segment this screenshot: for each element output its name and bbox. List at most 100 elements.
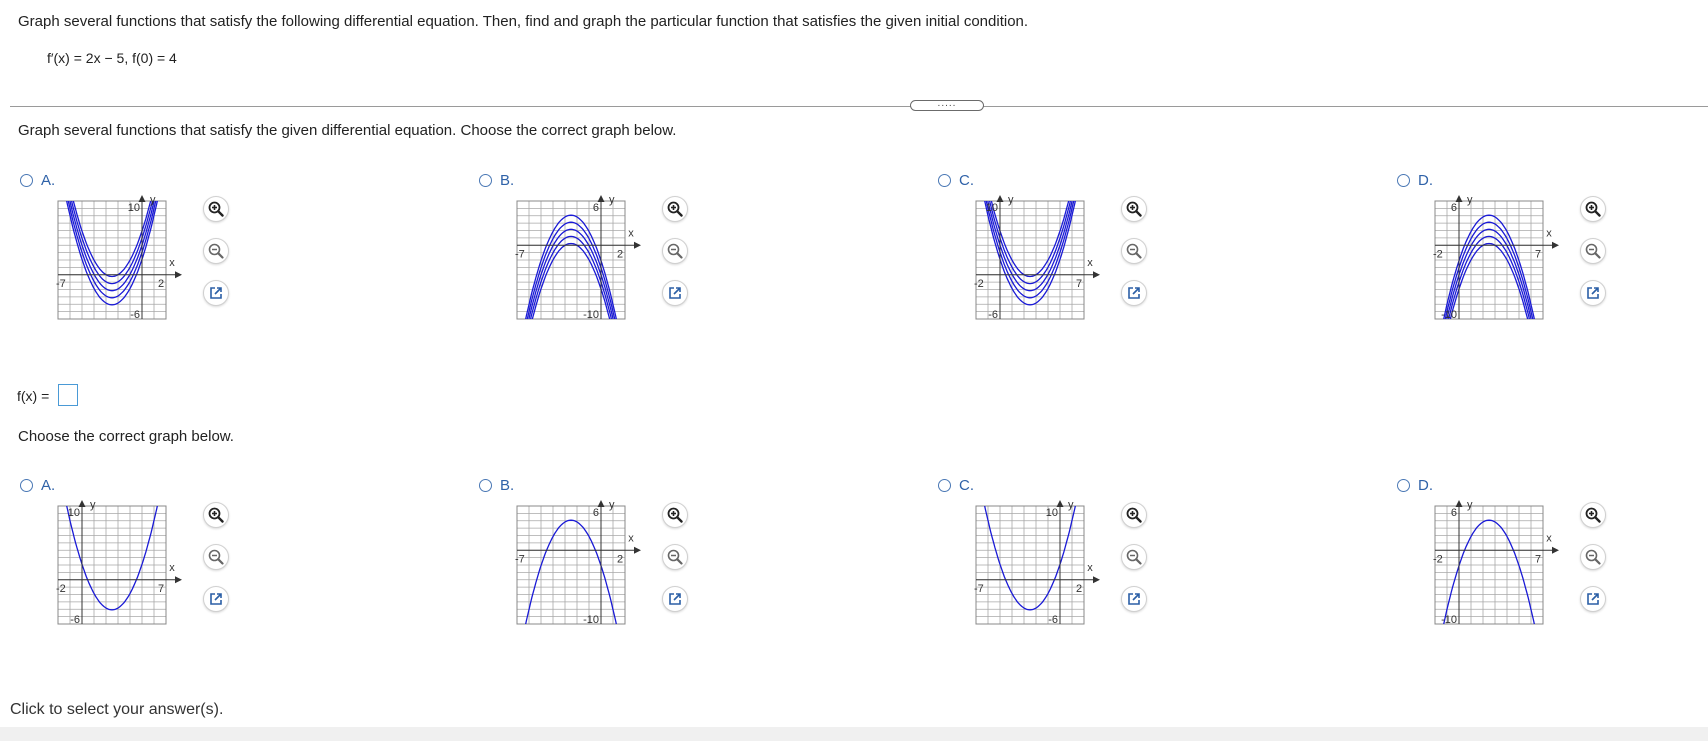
radio-button[interactable] [1397, 174, 1410, 187]
open-new-window-icon [1126, 285, 1142, 301]
curve [1443, 214, 1535, 319]
question-instruction: Graph several functions that satisfy the… [18, 13, 1029, 30]
x-axis-label: x [169, 562, 175, 574]
part2-prompt: Choose the correct graph below. [18, 428, 234, 445]
zoom-out-button[interactable] [1121, 238, 1147, 264]
grid [57, 505, 167, 625]
x-min-label: -7 [515, 553, 525, 565]
y-min-label: -6 [130, 309, 140, 321]
expand-question-button[interactable]: ..... [910, 98, 984, 111]
part2-graph-a[interactable]: x y 10 -6 -2 7 [40, 500, 210, 645]
part1-choice-c[interactable]: C. [938, 172, 974, 189]
part2-choice-c[interactable]: C. [938, 477, 974, 494]
radio-button[interactable] [20, 174, 33, 187]
y-max-label: 10 [1046, 507, 1058, 519]
zoom-out-icon [1126, 549, 1142, 565]
x-max-label: 2 [617, 553, 623, 565]
zoom-out-button[interactable] [203, 544, 229, 570]
part1-graph-d[interactable]: x y6 -10 -2 7 [1417, 195, 1587, 340]
zoom-out-icon [1126, 243, 1142, 259]
part1-graph-a[interactable]: x y 10 -6 -7 2 [40, 195, 210, 340]
zoom-in-icon [1126, 201, 1142, 217]
zoom-in-icon [1585, 507, 1601, 523]
curve [525, 519, 617, 624]
y-axis-label: y [90, 500, 96, 511]
radio-button[interactable] [938, 174, 951, 187]
curves [1443, 214, 1535, 319]
radio-button[interactable] [938, 479, 951, 492]
zoom-in-button[interactable] [1580, 196, 1606, 222]
part1-choice-b[interactable]: B. [479, 172, 514, 189]
x-min-label: -7 [515, 248, 525, 260]
part2-graph-b[interactable]: x y6 -10 -7 2 [499, 500, 669, 645]
zoom-out-button[interactable] [203, 238, 229, 264]
open-new-window-button[interactable] [203, 280, 229, 306]
y-min-label: -6 [1048, 614, 1058, 626]
part2-choice-d[interactable]: D. [1397, 477, 1433, 494]
x-axis-label: x [1546, 532, 1552, 544]
y-axis-label: y [1068, 500, 1074, 511]
part1-prompt: Graph several functions that satisfy the… [18, 122, 677, 139]
open-new-window-icon [208, 285, 224, 301]
curves [525, 519, 617, 624]
y-max-label: 6 [593, 202, 599, 214]
curves [1443, 519, 1535, 624]
zoom-in-button[interactable] [203, 502, 229, 528]
zoom-in-button[interactable] [203, 196, 229, 222]
choice-letter: A. [41, 172, 56, 189]
zoom-in-icon [208, 201, 224, 217]
zoom-out-icon [208, 243, 224, 259]
part2-graph-d[interactable]: x y6 -10 -2 7 [1417, 500, 1587, 645]
y-axis-label: y [609, 195, 615, 206]
part1-graph-c[interactable]: x y 10 -6 -2 7 [958, 195, 1128, 340]
open-new-window-button[interactable] [1580, 586, 1606, 612]
y-min-label: -10 [1441, 614, 1457, 626]
open-new-window-button[interactable] [203, 586, 229, 612]
x-axis-label: x [1546, 227, 1552, 239]
zoom-in-button[interactable] [662, 196, 688, 222]
choice-letter: D. [1418, 477, 1433, 494]
y-max-label: 10 [68, 507, 80, 519]
part2-graph-c[interactable]: x y 10 -6 -7 2 [958, 500, 1128, 645]
axes [976, 500, 1100, 624]
question-equation: f′(x) = 2x − 5, f(0) = 4 [47, 50, 177, 66]
radio-button[interactable] [479, 174, 492, 187]
part1-choice-d[interactable]: D. [1397, 172, 1433, 189]
part2-choice-a[interactable]: A. [20, 477, 55, 494]
x-axis-label: x [628, 227, 634, 239]
curve [1443, 519, 1535, 624]
curve [531, 242, 611, 319]
zoom-in-icon [1126, 507, 1142, 523]
open-new-window-button[interactable] [1121, 280, 1147, 306]
zoom-out-icon [1585, 243, 1601, 259]
part2-choice-b[interactable]: B. [479, 477, 514, 494]
zoom-in-button[interactable] [1121, 502, 1147, 528]
part1-graph-b[interactable]: x y6 -10 -7 2 [499, 195, 669, 340]
x-max-label: 7 [1076, 278, 1082, 290]
x-axis-label: x [1087, 562, 1093, 574]
radio-button[interactable] [20, 479, 33, 492]
fx-answer-input[interactable] [58, 384, 78, 406]
curve [1449, 242, 1529, 319]
open-new-window-button[interactable] [662, 586, 688, 612]
part1-choice-a[interactable]: A. [20, 172, 55, 189]
radio-button[interactable] [479, 479, 492, 492]
open-new-window-button[interactable] [662, 280, 688, 306]
zoom-out-icon [667, 243, 683, 259]
zoom-out-button[interactable] [662, 238, 688, 264]
y-max-label: 6 [1451, 202, 1457, 214]
curve [984, 506, 1076, 611]
curve [72, 201, 152, 278]
open-new-window-button[interactable] [1580, 280, 1606, 306]
zoom-out-button[interactable] [662, 544, 688, 570]
open-new-window-button[interactable] [1121, 586, 1147, 612]
zoom-out-button[interactable] [1580, 238, 1606, 264]
radio-button[interactable] [1397, 479, 1410, 492]
curve [1446, 228, 1532, 319]
zoom-out-button[interactable] [1580, 544, 1606, 570]
zoom-out-button[interactable] [1121, 544, 1147, 570]
x-min-label: -7 [56, 278, 66, 290]
zoom-in-button[interactable] [1580, 502, 1606, 528]
zoom-in-button[interactable] [1121, 196, 1147, 222]
zoom-in-button[interactable] [662, 502, 688, 528]
